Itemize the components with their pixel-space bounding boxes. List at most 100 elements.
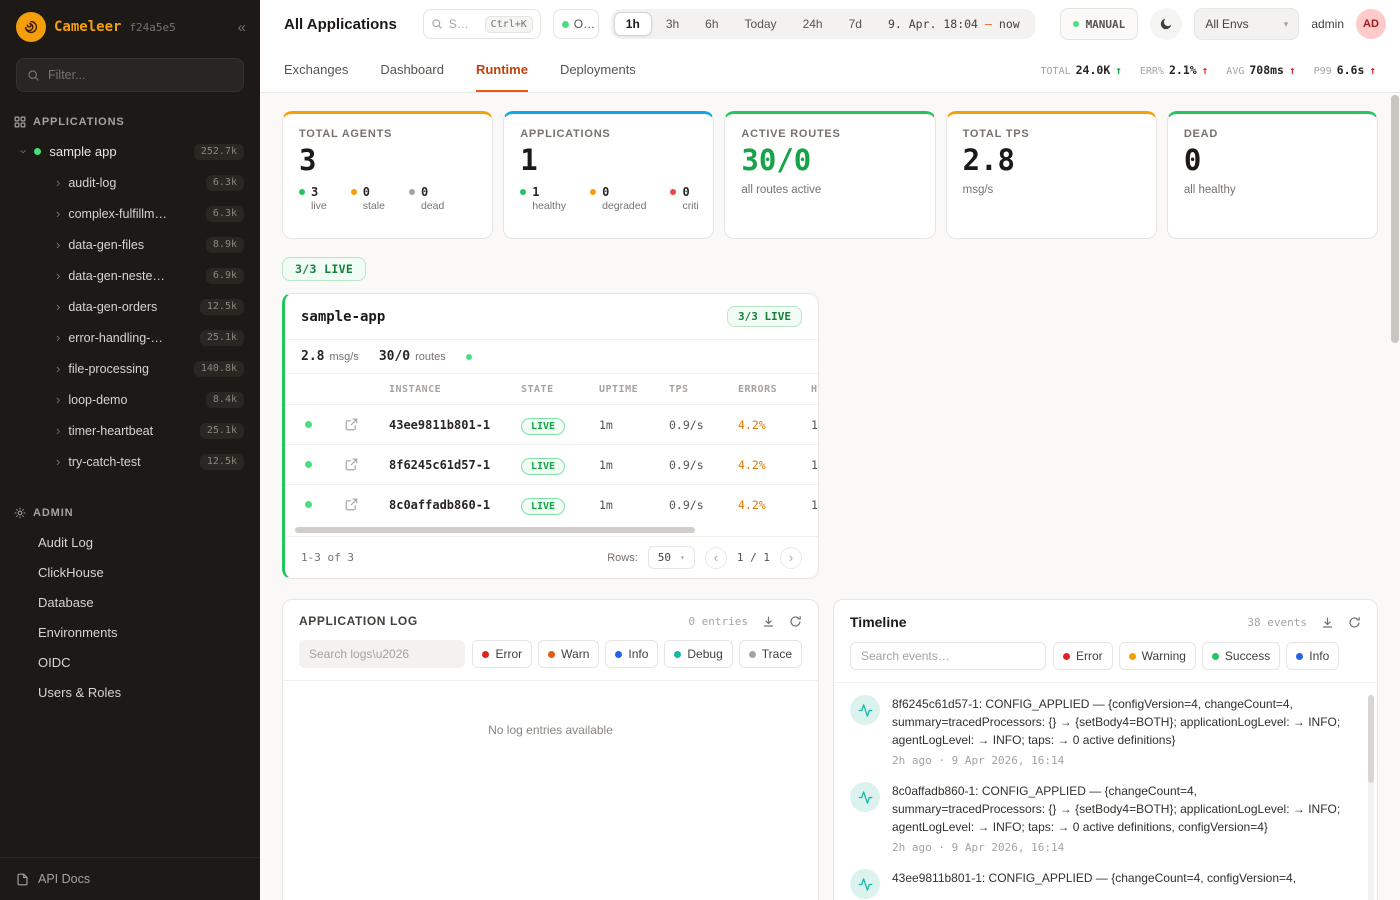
rows-per-page-select[interactable]: 50 ▾ xyxy=(648,546,695,569)
sidebar-admin-item[interactable]: OIDC xyxy=(0,647,260,677)
count-badge: 12.5k xyxy=(200,299,244,315)
manual-mode-button[interactable]: MANUAL xyxy=(1060,8,1139,40)
tab-deployments[interactable]: Deployments xyxy=(560,48,636,92)
sidebar-item-sample-app[interactable]: › sample app 252.7k xyxy=(0,136,260,167)
online-toggle[interactable]: O… xyxy=(553,9,599,39)
instance-row[interactable]: 8f6245c61d57-1 LIVE 1m 0.9/s 4.2% 1 xyxy=(285,444,819,484)
tab-exchanges[interactable]: Exchanges xyxy=(284,48,348,92)
download-icon[interactable] xyxy=(762,615,775,628)
external-link-icon[interactable] xyxy=(331,458,389,471)
event-type-chip[interactable]: Success xyxy=(1202,642,1280,670)
sidebar-app-item[interactable]: › error-handling-… 25.1k xyxy=(0,322,260,353)
count-badge: 6.3k xyxy=(206,175,244,191)
app-name: Cameleer xyxy=(54,19,121,35)
tab-runtime[interactable]: Runtime xyxy=(476,48,528,92)
timeline-event[interactable]: 8f6245c61d57-1: CONFIG_APPLIED — {config… xyxy=(850,695,1355,767)
event-type-chip[interactable]: Error xyxy=(1053,642,1113,670)
instance-uptime: 1m xyxy=(599,498,669,512)
event-search[interactable] xyxy=(850,642,1046,670)
sidebar-admin-item[interactable]: Users & Roles xyxy=(0,677,260,707)
count-badge: 8.4k xyxy=(206,392,244,408)
instance-row[interactable]: 8c0affadb860-1 LIVE 1m 0.9/s 4.2% 1 xyxy=(285,484,819,524)
time-range-button[interactable]: 1h xyxy=(614,12,652,36)
sidebar-admin-item[interactable]: Audit Log xyxy=(0,527,260,557)
sidebar-admin-item[interactable]: ClickHouse xyxy=(0,557,260,587)
sidebar-app-item[interactable]: › file-processing 140.8k xyxy=(0,353,260,384)
application-card-stats: 2.8msg/s 30/0routes xyxy=(285,339,818,374)
chevron-down-icon: › xyxy=(18,149,31,153)
event-type-chip[interactable]: Warning xyxy=(1119,642,1196,670)
avatar[interactable]: AD xyxy=(1356,9,1386,39)
refresh-icon[interactable] xyxy=(1348,616,1361,629)
sidebar-app-item[interactable]: › loop-demo 8.4k xyxy=(0,384,260,415)
count-badge: 252.7k xyxy=(194,144,244,160)
instance-errors: 4.2% xyxy=(738,418,811,432)
log-level-chip[interactable]: Info xyxy=(605,640,658,668)
event-type-chip[interactable]: Info xyxy=(1286,642,1339,670)
filter-input[interactable] xyxy=(48,68,233,82)
chevron-right-icon: › xyxy=(56,238,60,251)
stat-card-total-tps: TOTAL TPS 2.8 msg/s xyxy=(946,111,1157,239)
date-range[interactable]: 9. Apr. 18:04 — now xyxy=(876,17,1032,31)
instance-row[interactable]: 43ee9811b801-1 LIVE 1m 0.9/s 4.2% 1 xyxy=(285,404,819,444)
log-level-chip[interactable]: Debug xyxy=(664,640,732,668)
tps-unit: msg/s xyxy=(329,351,358,363)
horizontal-scrollbar-thumb[interactable] xyxy=(295,527,695,533)
main-area: All Applications Ctrl+K O… 1h3h6hToday24… xyxy=(260,0,1400,900)
stat-value: 24.0K xyxy=(1076,63,1111,77)
tab-dashboard[interactable]: Dashboard xyxy=(380,48,444,92)
event-timestamp: 2h ago · 9 Apr 2026, 16:14 xyxy=(892,841,1344,854)
time-range-button[interactable]: 24h xyxy=(791,12,835,36)
sidebar-app-item[interactable]: › data-gen-neste… 6.9k xyxy=(0,260,260,291)
event-count: 38 events xyxy=(1247,616,1307,629)
dark-mode-toggle[interactable] xyxy=(1150,8,1182,40)
event-search-input[interactable] xyxy=(861,649,1035,663)
app-tree-label: loop-demo xyxy=(68,393,127,407)
time-range-button[interactable]: 6h xyxy=(693,12,730,36)
timeline-event[interactable]: 8c0affadb860-1: CONFIG_APPLIED — {change… xyxy=(850,782,1355,854)
log-level-chip[interactable]: Trace xyxy=(739,640,802,668)
stat-card-value: 1 xyxy=(520,145,697,177)
log-level-chip[interactable]: Error xyxy=(472,640,532,668)
log-search[interactable] xyxy=(299,640,465,668)
previous-page-button[interactable]: ‹ xyxy=(705,547,727,569)
event-text: 43ee9811b801-1: CONFIG_APPLIED — {change… xyxy=(892,869,1296,887)
sidebar-admin-item[interactable]: Environments xyxy=(0,617,260,647)
sidebar-app-item[interactable]: › timer-heartbeat 25.1k xyxy=(0,415,260,446)
global-search-input[interactable] xyxy=(449,17,473,31)
download-icon[interactable] xyxy=(1321,616,1334,629)
sidebar-item-api-docs[interactable]: API Docs xyxy=(0,857,260,900)
application-name[interactable]: sample-app xyxy=(301,309,385,325)
sidebar-collapse-icon[interactable]: « xyxy=(238,19,246,36)
sidebar-admin-item[interactable]: Database xyxy=(0,587,260,617)
timeline-event[interactable]: 43ee9811b801-1: CONFIG_APPLIED — {change… xyxy=(850,869,1355,899)
count-badge: 8.9k xyxy=(206,237,244,253)
sidebar-filter[interactable] xyxy=(16,58,244,92)
time-range-button[interactable]: Today xyxy=(733,12,789,36)
level-dot xyxy=(615,651,622,658)
time-range-button[interactable]: 7d xyxy=(837,12,874,36)
global-search[interactable]: Ctrl+K xyxy=(423,9,541,39)
timeline-scrollbar-thumb[interactable] xyxy=(1368,695,1374,783)
content-area: TOTAL AGENTS 3 3live 0stale 0dead xyxy=(260,93,1400,900)
log-search-input[interactable] xyxy=(309,647,455,661)
external-link-icon[interactable] xyxy=(331,418,389,431)
environment-select[interactable]: All Envs ▾ xyxy=(1194,8,1299,40)
refresh-icon[interactable] xyxy=(789,615,802,628)
sidebar-app-item[interactable]: › complex-fulfillm… 6.3k xyxy=(0,198,260,229)
page-scrollbar-thumb[interactable] xyxy=(1391,95,1399,343)
type-dot xyxy=(1296,653,1303,660)
chevron-right-icon: › xyxy=(56,331,60,344)
log-level-chip[interactable]: Warn xyxy=(538,640,599,668)
chip-label: Trace xyxy=(762,647,792,661)
sidebar-app-item[interactable]: › try-catch-test 12.5k xyxy=(0,446,260,477)
time-range-button[interactable]: 3h xyxy=(654,12,691,36)
panel-title: Timeline xyxy=(850,614,907,630)
panel-title: APPLICATION LOG xyxy=(299,614,418,628)
rows-per-page-value: 50 xyxy=(658,551,671,564)
sidebar-app-item[interactable]: › data-gen-orders 12.5k xyxy=(0,291,260,322)
next-page-button[interactable]: › xyxy=(780,547,802,569)
sidebar-app-item[interactable]: › audit-log 6.3k xyxy=(0,167,260,198)
sidebar-app-item[interactable]: › data-gen-files 8.9k xyxy=(0,229,260,260)
external-link-icon[interactable] xyxy=(331,498,389,511)
